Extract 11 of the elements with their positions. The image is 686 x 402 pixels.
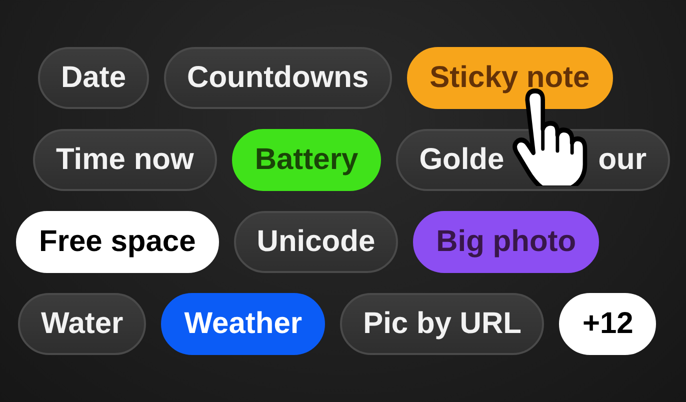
tag-chip[interactable]: Pic by URL	[340, 293, 544, 355]
tag-chip[interactable]: Countdowns	[164, 47, 392, 109]
tag-chip[interactable]: Weather	[161, 293, 326, 355]
tag-chip[interactable]: Unicode	[234, 211, 398, 273]
tag-chip[interactable]: Battery	[232, 129, 382, 191]
tag-chip[interactable]: Sticky note	[406, 47, 613, 109]
tag-chip[interactable]: +12	[559, 293, 656, 355]
tag-chip[interactable]: Date	[38, 47, 150, 109]
tag-chip[interactable]: Time now	[33, 129, 217, 191]
tag-chip[interactable]: Water	[18, 293, 146, 355]
tag-chip[interactable]: Free space	[16, 211, 219, 273]
